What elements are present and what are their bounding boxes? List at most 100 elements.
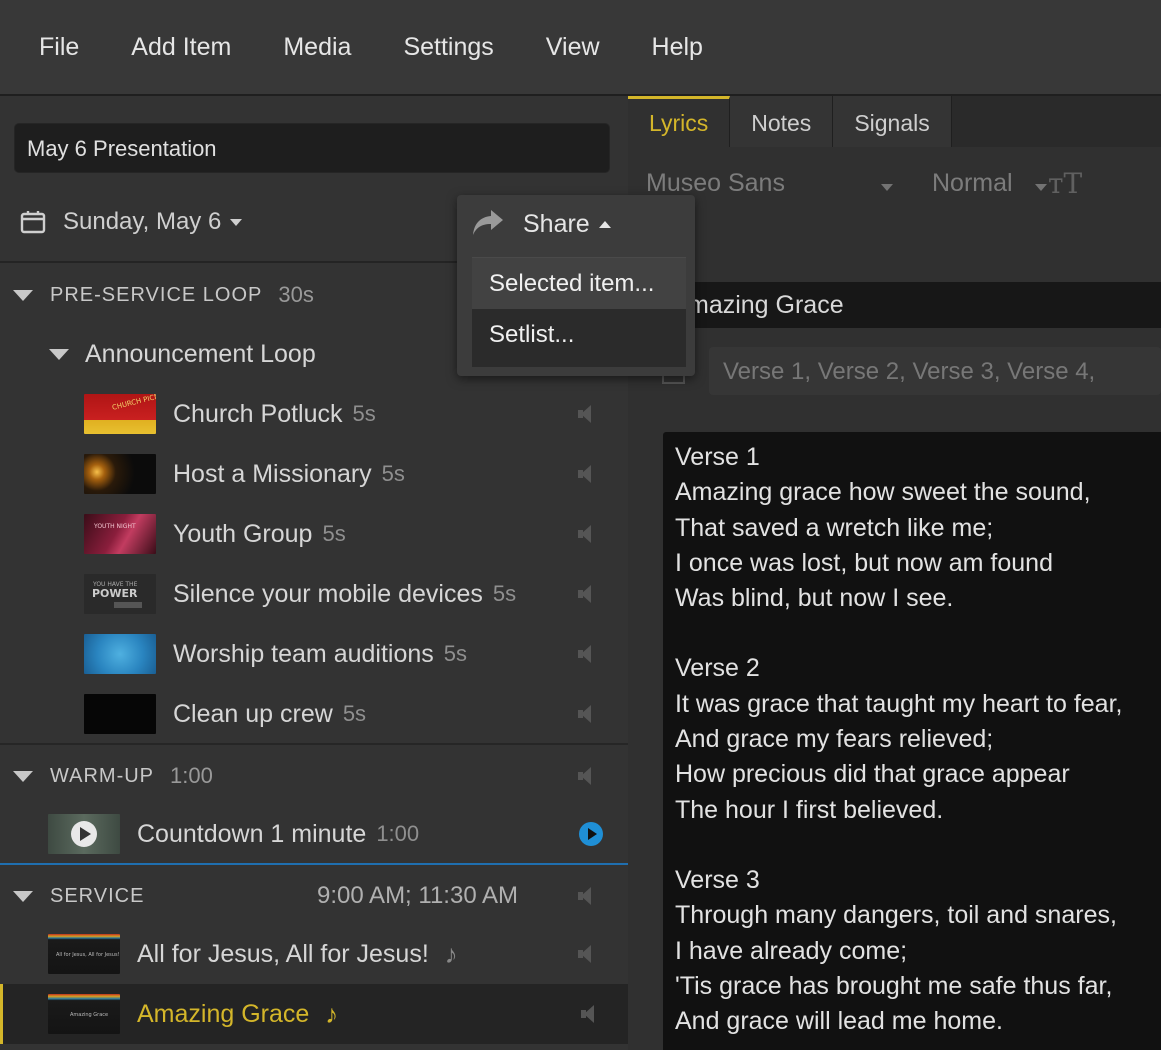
tab-notes[interactable]: Notes [730, 96, 834, 147]
speaker-icon[interactable] [578, 585, 592, 603]
item-duration: 1:00 [376, 821, 420, 846]
menu-view[interactable]: View [546, 33, 600, 62]
menu-file[interactable]: File [39, 33, 79, 62]
play-icon[interactable] [579, 822, 603, 846]
speaker-icon[interactable] [578, 465, 592, 483]
music-note-icon: ♪ [444, 938, 458, 969]
collapse-triangle-icon[interactable] [13, 770, 33, 782]
speaker-icon[interactable] [578, 945, 592, 963]
lyrics-editor[interactable]: Verse 1 Amazing grace how sweet the soun… [663, 432, 1161, 1050]
arrangement-field[interactable]: Verse 1, Verse 2, Verse 3, Verse 4, [709, 347, 1161, 395]
menu-media[interactable]: Media [283, 33, 351, 62]
lyric-line: And grace will lead me home. [675, 1007, 1003, 1036]
list-item-clean-up-crew[interactable]: Clean up crew 5s [0, 684, 628, 744]
list-item-church-potluck[interactable]: CHURCH PICNIC Church Potluck 5s [0, 384, 628, 444]
text-size-icon[interactable]: ᴛT [1048, 167, 1082, 200]
share-setlist-option[interactable]: Setlist... [472, 309, 686, 360]
speaker-icon[interactable] [578, 767, 592, 785]
date-selector[interactable]: Sunday, May 6 [20, 200, 243, 244]
font-family-value: Museo Sans [646, 168, 785, 197]
stanza: Verse 3 Through many dangers, toil and s… [675, 863, 1161, 1039]
speaker-icon[interactable] [578, 705, 592, 723]
item-title: Amazing Grace [137, 999, 310, 1028]
list-item-silence-mobile[interactable]: YOU HAVE THE POWER Silence your mobile de… [0, 564, 628, 624]
font-style-select[interactable]: Normal [932, 169, 1062, 198]
list-item-host-missionary[interactable]: Host a Missionary 5s [0, 444, 628, 504]
share-button[interactable]: Share [457, 195, 627, 253]
collapse-triangle-icon[interactable] [13, 890, 33, 902]
thumbnail [48, 814, 120, 854]
thumbnail: All for Jesus, All for Jesus! [48, 934, 120, 974]
item-title: Host a Missionary [173, 459, 372, 488]
group-title: Announcement Loop [85, 339, 316, 368]
lyric-line: Through many dangers, toil and snares, [675, 901, 1117, 930]
speaker-icon[interactable] [578, 887, 592, 905]
lyric-line: Verse 1 [675, 443, 760, 471]
svg-text:All for Jesus, All for Jesus!: All for Jesus, All for Jesus! [56, 952, 120, 958]
collapse-triangle-icon[interactable] [49, 348, 69, 360]
lyric-line: And grace my fears relieved; [675, 725, 994, 754]
item-title: All for Jesus, All for Jesus! [137, 939, 429, 968]
lyric-line: The hour I first believed. [675, 795, 944, 824]
lyric-line: Verse 3 [675, 865, 760, 894]
lyric-line: I once was lost, but now am found [675, 548, 1053, 577]
chevron-down-icon [1034, 183, 1047, 191]
thumbnail: YOU HAVE THE POWER [84, 574, 156, 614]
item-title: Silence your mobile devices [173, 579, 483, 608]
list-item-countdown[interactable]: Countdown 1 minute 1:00 [0, 804, 628, 864]
svg-text:CHURCH PICNIC: CHURCH PICNIC [111, 394, 156, 412]
service-times: 9:00 AM; 11:30 AM [317, 882, 519, 909]
thumbnail: YOUTH NIGHT [84, 514, 156, 554]
thumbnail [84, 634, 156, 674]
chevron-down-icon [230, 218, 243, 226]
section-service[interactable]: SERVICE 9:00 AM; 11:30 AM [0, 867, 628, 925]
chevron-down-icon [880, 183, 893, 191]
item-duration: 5s [443, 641, 468, 666]
date-label: Sunday, May 6 [63, 208, 222, 235]
list-item-youth-group[interactable]: YOUTH NIGHT Youth Group 5s [0, 504, 628, 564]
lyric-line: That saved a wretch like me; [675, 513, 994, 542]
speaker-icon[interactable] [578, 525, 592, 543]
tab-bar: Lyrics Notes Signals [628, 96, 1161, 147]
section-title: WARM-UP [50, 764, 155, 787]
menu-bar: File Add Item Media Settings View Help [0, 0, 1161, 96]
tab-lyrics[interactable]: Lyrics [628, 96, 731, 147]
item-duration: 5s [381, 461, 405, 486]
list-item-amazing-grace[interactable]: Amazing Grace Amazing Grace ♪ [0, 984, 628, 1044]
item-duration: 5s [492, 581, 517, 606]
item-title: Clean up crew [173, 699, 333, 728]
presentation-name-input[interactable]: May 6 Presentation [14, 123, 610, 173]
svg-text:YOUTH NIGHT: YOUTH NIGHT [93, 523, 136, 530]
speaker-icon[interactable] [578, 645, 592, 663]
menu-settings[interactable]: Settings [403, 33, 493, 62]
share-selected-item-option[interactable]: Selected item... [472, 258, 686, 309]
song-title-input[interactable]: mazing Grace [686, 282, 1161, 328]
stanza: Verse 1 Amazing grace how sweet the soun… [675, 440, 1161, 616]
item-title: Church Potluck [173, 399, 343, 428]
lyric-line: How precious did that grace appear [675, 760, 1070, 789]
lyric-line: Amazing grace how sweet the sound, [675, 478, 1091, 507]
lyric-line: Was blind, but now I see. [675, 584, 954, 613]
list-item-worship-auditions[interactable]: Worship team auditions 5s [0, 624, 628, 684]
menu-help[interactable]: Help [652, 33, 703, 62]
stanza: Verse 2 It was grace that taught my hear… [675, 651, 1161, 827]
tab-signals[interactable]: Signals [833, 96, 952, 147]
speaker-icon[interactable] [581, 1005, 595, 1023]
font-family-select[interactable]: Museo Sans [646, 169, 896, 198]
item-title: Countdown 1 minute [137, 819, 367, 848]
menu-add-item[interactable]: Add Item [131, 33, 231, 62]
section-warm-up[interactable]: WARM-UP 1:00 [0, 747, 628, 805]
section-duration: 1:00 [170, 763, 213, 788]
calendar-icon [20, 209, 46, 235]
share-arrow-icon [471, 208, 505, 241]
list-item-all-for-jesus[interactable]: All for Jesus, All for Jesus! All for Je… [0, 924, 628, 984]
lyric-line: Verse 2 [675, 654, 760, 683]
svg-text:POWER: POWER [92, 587, 138, 600]
divider [0, 863, 628, 865]
editor-panel: Lyrics Notes Signals Museo Sans Normal ᴛ… [628, 96, 1161, 1050]
speaker-icon[interactable] [578, 405, 592, 423]
item-duration: 5s [352, 401, 376, 426]
svg-text:Amazing Grace: Amazing Grace [70, 1012, 108, 1018]
section-title: PRE-SERVICE LOOP [50, 283, 263, 306]
collapse-triangle-icon[interactable] [13, 289, 33, 301]
